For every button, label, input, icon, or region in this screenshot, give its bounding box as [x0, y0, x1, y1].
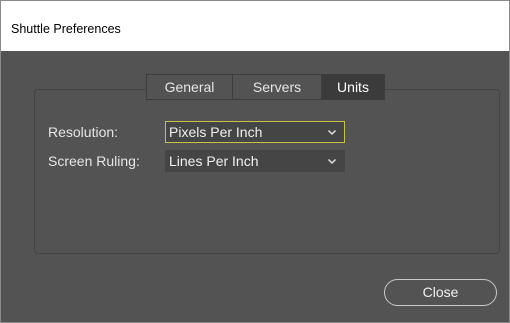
tab-bar: General Servers Units [146, 74, 385, 100]
window-title: Shuttle Preferences [11, 22, 121, 36]
chevron-down-icon [327, 129, 337, 136]
resolution-value: Pixels Per Inch [169, 124, 263, 140]
screen-ruling-value: Lines Per Inch [169, 153, 259, 169]
dialog-body: General Servers Units Resolution: Pixels… [1, 51, 509, 322]
screen-ruling-dropdown[interactable]: Lines Per Inch [165, 150, 345, 172]
tab-units[interactable]: Units [322, 74, 385, 100]
resolution-label: Resolution: [48, 124, 119, 140]
screen-ruling-label: Screen Ruling: [48, 153, 140, 169]
preferences-dialog: Shuttle Preferences General Servers Unit… [0, 0, 510, 323]
close-button[interactable]: Close [384, 279, 497, 306]
resolution-dropdown[interactable]: Pixels Per Inch [165, 121, 345, 143]
title-bar: Shuttle Preferences [1, 1, 509, 51]
chevron-down-icon [327, 158, 337, 165]
tab-general[interactable]: General [146, 74, 233, 100]
tab-servers[interactable]: Servers [233, 74, 322, 100]
